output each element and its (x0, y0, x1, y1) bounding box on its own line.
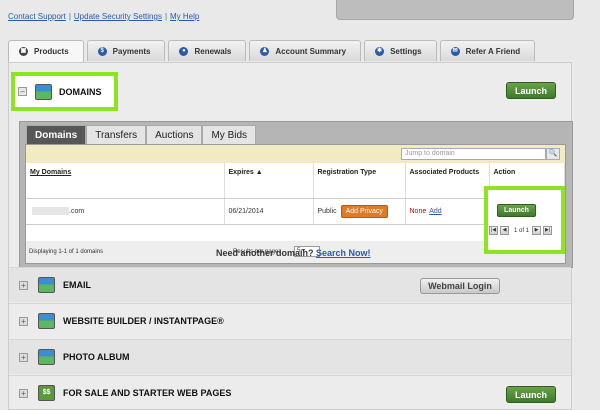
tab-payments[interactable]: $ Payments (86, 40, 166, 61)
col-associated-products: Associated Products (405, 163, 490, 199)
registration-type: Public (317, 207, 337, 215)
chat-icon: ✉ (450, 46, 460, 56)
search-icon[interactable]: 🔍 (546, 148, 560, 160)
clock-icon: ● (179, 46, 189, 56)
search-now-link[interactable]: Search Now! (316, 248, 371, 258)
displaying-count: Displaying 1-1 of 1 domains (29, 249, 104, 255)
page-indicator: 1 of 1 (514, 227, 530, 234)
website-builder-icon (38, 313, 55, 329)
email-section[interactable]: + EMAIL Webmail Login (9, 267, 571, 302)
photo-album-icon (38, 349, 55, 365)
dollar-sign-icon: $$ (38, 385, 55, 401)
email-title: EMAIL (63, 280, 91, 290)
expand-icon[interactable]: + (19, 280, 28, 290)
for-sale-launch-button[interactable]: Launch (506, 386, 556, 403)
subtab-domains[interactable]: Domains (26, 125, 87, 144)
website-builder-title: WEBSITE BUILDER / INSTANTPAGE® (63, 316, 224, 326)
expand-icon[interactable]: + (19, 316, 28, 326)
expires-cell: 06/21/2014 (224, 198, 314, 225)
for-sale-title: FOR SALE AND STARTER WEB PAGES (63, 388, 232, 398)
tab-account-summary[interactable]: ♟ Account Summary (249, 40, 362, 61)
jump-to-domain-input[interactable]: Jump to domain (401, 148, 546, 160)
add-privacy-button[interactable]: Add Privacy (340, 204, 388, 218)
subtab-my-bids[interactable]: My Bids (202, 125, 257, 144)
redacted-domain-name (32, 207, 69, 215)
domains-section-header[interactable]: – DOMAINS (11, 72, 118, 111)
person-icon: ♟ (260, 46, 270, 56)
products-panel: – DOMAINS Launch Domains Transfers Aucti… (8, 62, 573, 410)
update-security-link[interactable]: Update Security Settings (74, 12, 162, 21)
tab-products[interactable]: ▣ Products (8, 40, 84, 62)
my-help-link[interactable]: My Help (170, 12, 199, 21)
contact-support-link[interactable]: Contact Support (8, 12, 66, 21)
collapse-icon[interactable]: – (18, 87, 27, 96)
domain-cell[interactable]: .com (26, 198, 225, 225)
first-page-icon[interactable]: |◀ (489, 226, 498, 235)
email-icon (38, 277, 55, 293)
website-builder-section[interactable]: + WEBSITE BUILDER / INSTANTPAGE® (9, 303, 571, 338)
domain-suffix: .com (69, 207, 85, 215)
separator: | (68, 12, 71, 21)
pager: |◀ ◀ 1 of 1 ▶ ▶| (489, 226, 554, 235)
domain-launch-button[interactable]: Launch (497, 204, 536, 217)
tab-refer-a-friend[interactable]: ✉ Refer A Friend (439, 40, 536, 61)
col-expires[interactable]: Expires ▲ (224, 163, 314, 199)
subtab-transfers[interactable]: Transfers (86, 125, 147, 144)
tab-label: Settings (390, 46, 422, 56)
registration-cell: Public Add Privacy (313, 198, 406, 225)
domain-search-bar: Jump to domain 🔍 (26, 145, 565, 163)
tab-settings[interactable]: ✱ Settings (364, 40, 437, 61)
tab-renewals[interactable]: ● Renewals (168, 40, 247, 61)
for-sale-section[interactable]: + $$ FOR SALE AND STARTER WEB PAGES Laun… (9, 375, 571, 410)
account-header-box (336, 0, 574, 20)
tab-label: Products (34, 47, 69, 56)
expand-icon[interactable]: + (19, 352, 28, 362)
photo-album-section[interactable]: + PHOTO ALBUM (9, 339, 571, 374)
dollar-icon: $ (97, 46, 107, 56)
need-another-domain: Need another domain? Search Now! (216, 248, 371, 258)
top-links: Contact Support | Update Security Settings… (8, 12, 199, 21)
expand-icon[interactable]: + (19, 388, 28, 398)
tab-label: Renewals (194, 46, 232, 56)
col-registration-type[interactable]: Registration Type (313, 163, 406, 199)
tab-label: Payments (112, 46, 151, 56)
domain-subtabs: Domains Transfers Auctions My Bids (26, 125, 257, 144)
domains-icon (35, 83, 52, 100)
action-highlight: Launch |◀ ◀ 1 of 1 ▶ ▶| (484, 186, 565, 254)
last-page-icon[interactable]: ▶| (543, 226, 553, 235)
domains-launch-button[interactable]: Launch (506, 82, 556, 99)
tab-label: Account Summary (275, 46, 347, 56)
need-another-text: Need another domain? (216, 248, 314, 258)
prev-page-icon[interactable]: ◀ (500, 226, 509, 235)
subtab-auctions[interactable]: Auctions (146, 125, 203, 144)
main-tabs: ▣ Products $ Payments ● Renewals ♟ Account S… (8, 40, 538, 62)
tab-label: Refer A Friend (465, 46, 521, 56)
associated-none: None (409, 207, 427, 215)
associated-cell: None Add (405, 198, 490, 225)
col-my-domains[interactable]: My Domains (26, 163, 225, 199)
next-page-icon[interactable]: ▶ (532, 226, 542, 235)
box-icon: ▣ (19, 47, 28, 56)
gear-icon: ✱ (375, 46, 385, 56)
domains-title: DOMAINS (59, 86, 102, 97)
webmail-login-button[interactable]: Webmail Login (420, 278, 500, 294)
photo-album-title: PHOTO ALBUM (63, 352, 130, 362)
separator: | (164, 12, 168, 21)
associated-add-link[interactable]: Add (429, 208, 441, 215)
